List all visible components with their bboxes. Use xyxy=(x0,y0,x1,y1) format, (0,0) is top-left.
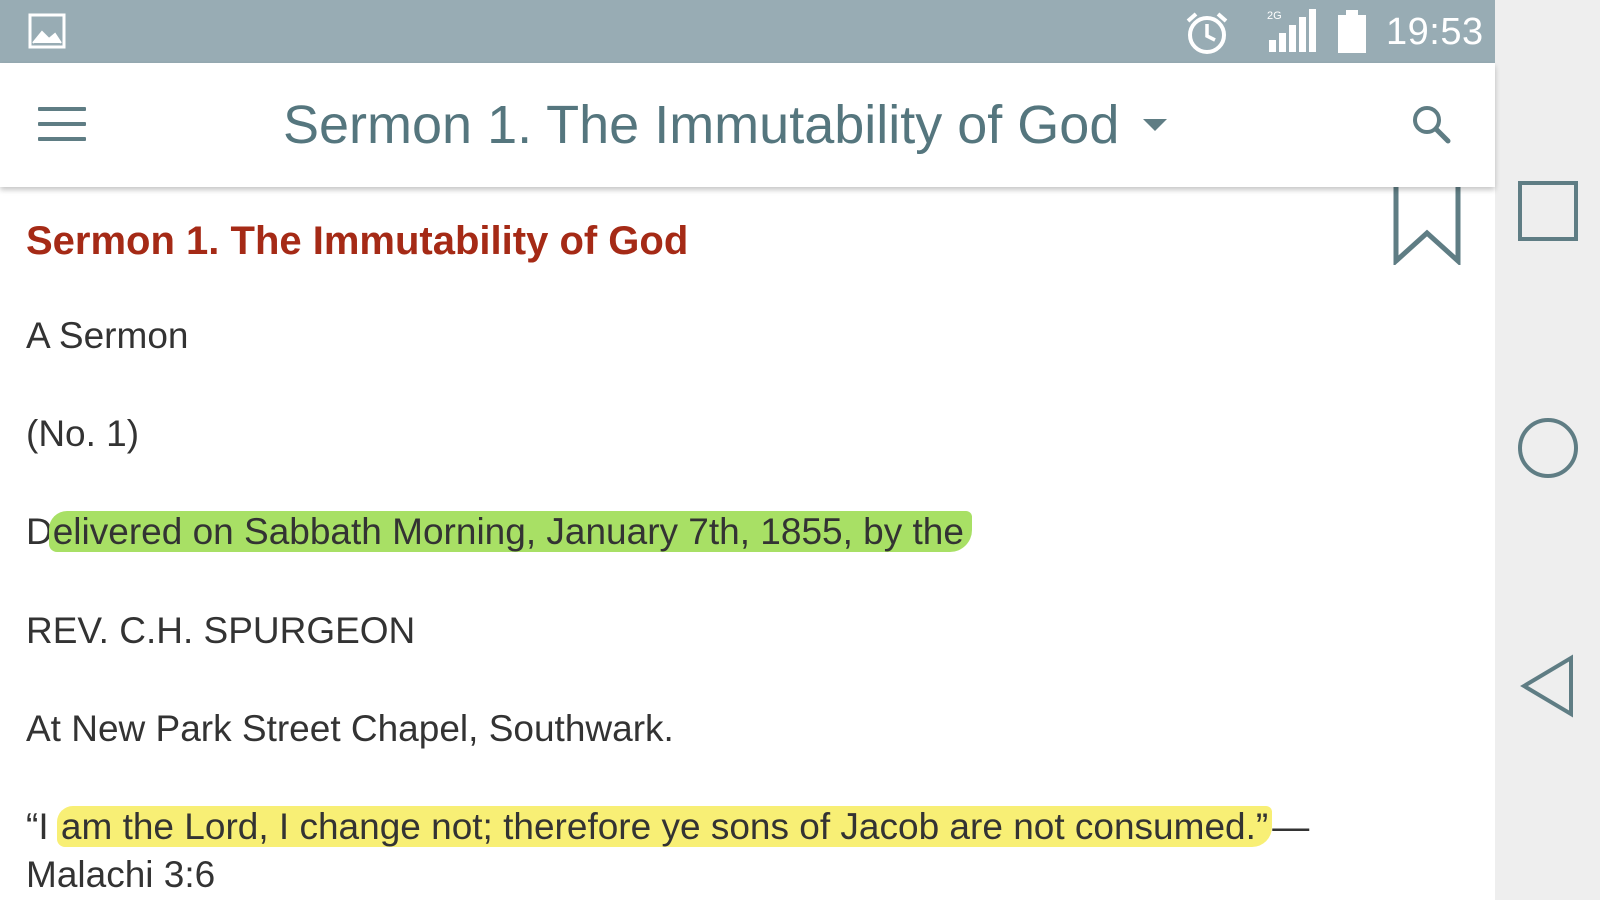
app-bar: Sermon 1. The Immutability of God xyxy=(0,63,1495,187)
title-dropdown[interactable]: Sermon 1. The Immutability of God xyxy=(283,93,1168,157)
paragraph-line-6-start: “I xyxy=(26,806,59,847)
home-button[interactable] xyxy=(1495,416,1600,480)
back-button[interactable] xyxy=(1495,654,1600,718)
recents-button[interactable] xyxy=(1495,180,1600,242)
back-triangle-icon xyxy=(1519,654,1573,718)
paragraph-line-5: At New Park Street Chapel, Southwark. xyxy=(26,708,674,749)
search-icon[interactable] xyxy=(1410,103,1454,147)
bookmark-icon[interactable] xyxy=(1393,183,1461,265)
recents-square-icon xyxy=(1517,181,1578,241)
menu-icon[interactable] xyxy=(38,107,86,143)
paragraph-line-1: A Sermon xyxy=(26,315,189,356)
battery-icon xyxy=(1338,10,1366,53)
status-bar: 2G 19:53 xyxy=(0,0,1495,63)
alarm-icon xyxy=(1186,12,1228,54)
paragraph-line-3: Delivered on Sabbath Morning, January 7t… xyxy=(26,508,972,556)
dropdown-arrow-icon xyxy=(1143,119,1168,131)
yellow-highlight[interactable]: am the Lord, I change not; therefore ye … xyxy=(56,806,1273,847)
paragraph-line-6-end: — xyxy=(1272,806,1310,847)
status-time: 19:53 xyxy=(1386,11,1484,53)
navigation-bar xyxy=(1495,0,1600,900)
green-highlight[interactable]: elivered on Sabbath Morning, January 7th… xyxy=(48,511,972,552)
home-circle-icon xyxy=(1517,418,1578,478)
paragraph-line-4: REV. C.H. SPURGEON xyxy=(26,610,416,651)
paragraph-line-7: Malachi 3:6 xyxy=(26,854,216,895)
network-type-label: 2G xyxy=(1267,10,1282,22)
reader-content[interactable]: Sermon 1. The Immutability of God A Serm… xyxy=(0,183,1495,900)
signal-icon: 2G xyxy=(1267,9,1316,52)
document-title: Sermon 1. The Immutability of God xyxy=(26,219,689,263)
paragraph-line-6: “I am the Lord, I change not; therefore … xyxy=(26,803,1309,851)
app-bar-title: Sermon 1. The Immutability of God xyxy=(283,95,1120,155)
gallery-icon xyxy=(28,13,66,49)
paragraph-line-2: (No. 1) xyxy=(26,413,140,454)
